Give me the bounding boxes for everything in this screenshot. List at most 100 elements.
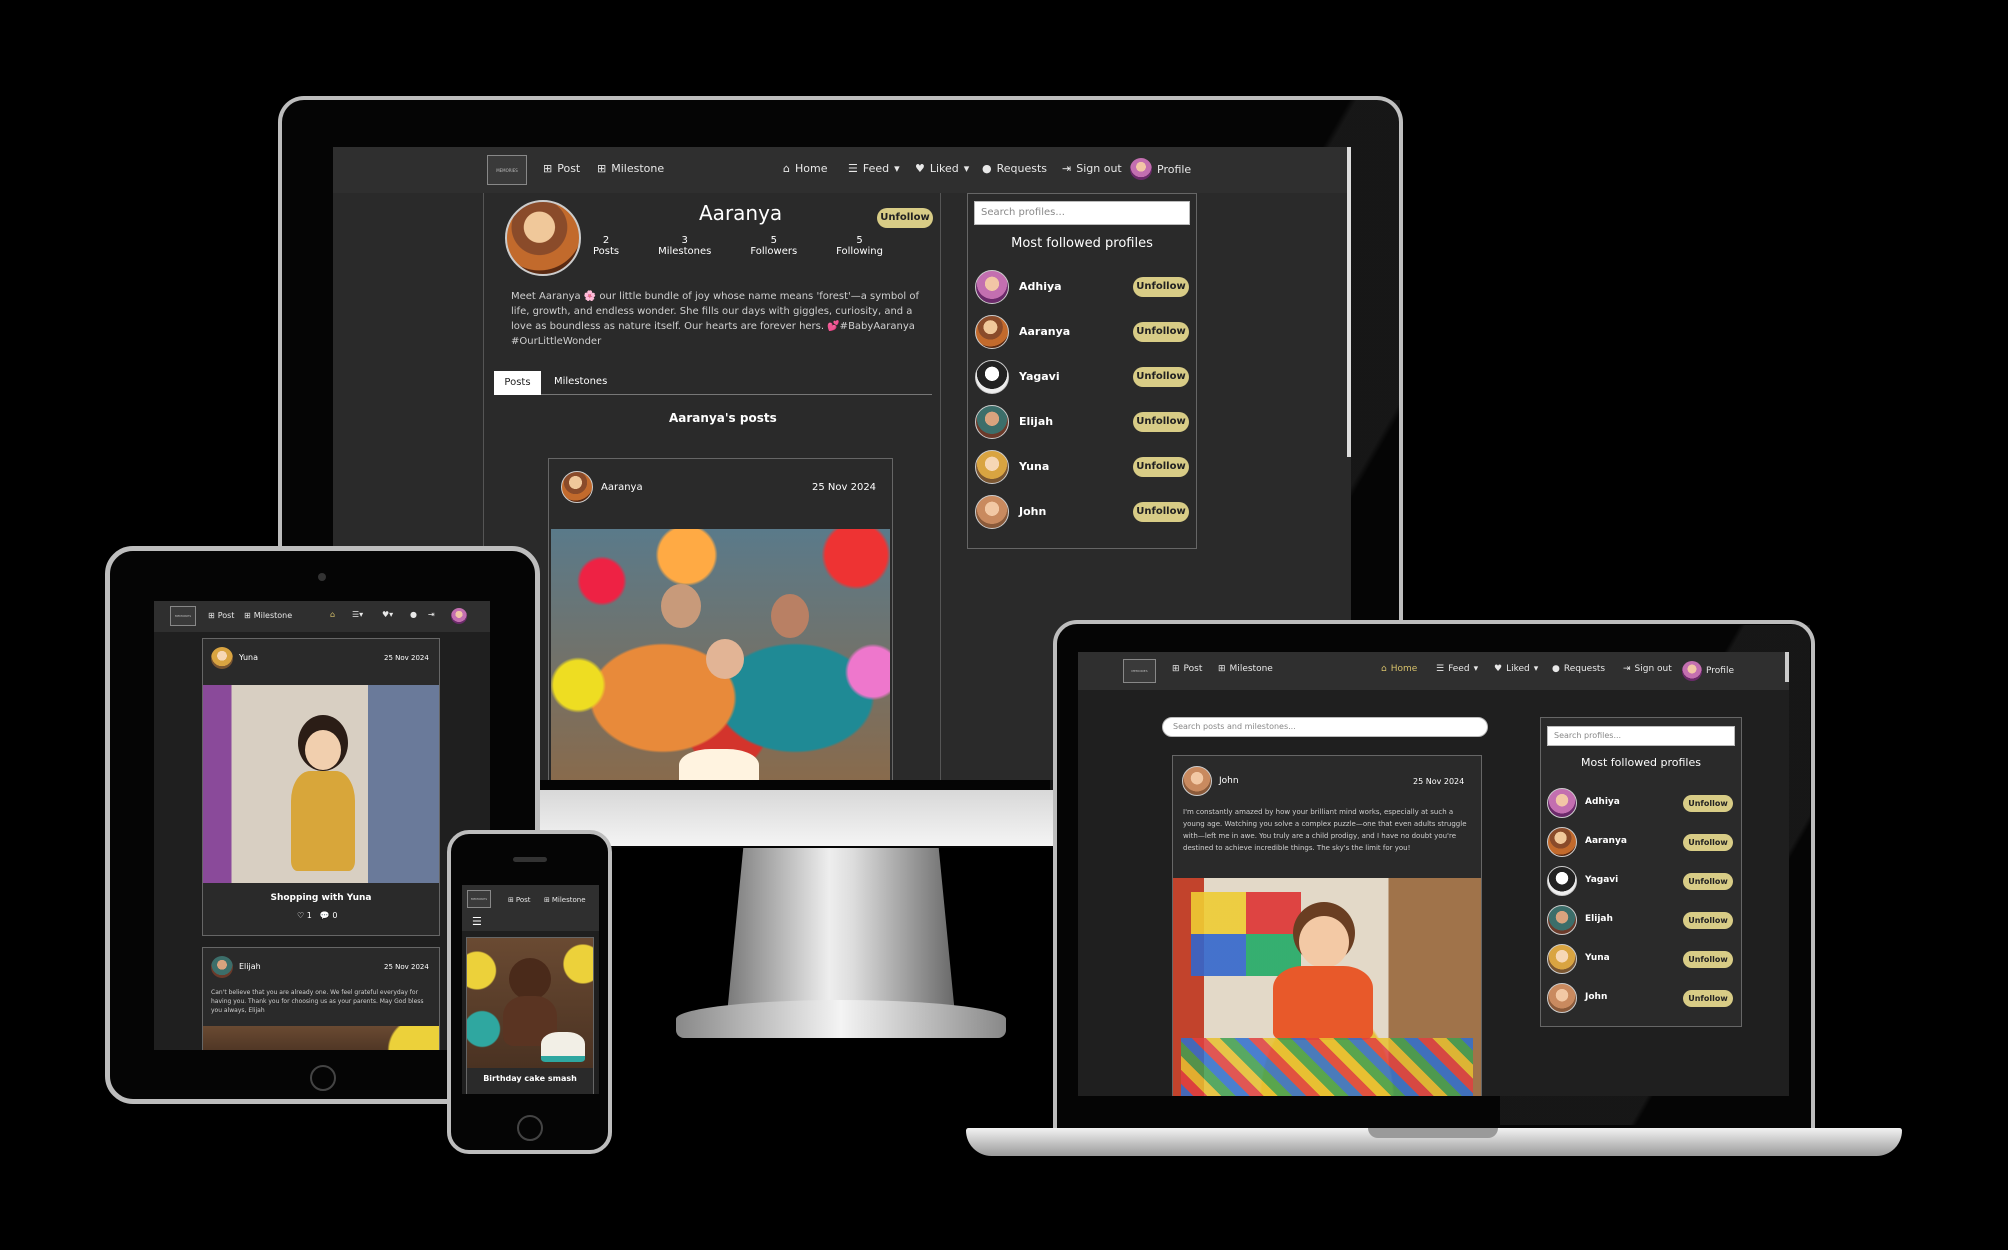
tablet-post-author-yuna[interactable]: Yuna (239, 653, 258, 662)
unfollow-button-elijah[interactable]: Unfollow (1133, 412, 1189, 432)
laptop-search-profiles-input[interactable]: Search profiles... (1547, 726, 1735, 746)
phone-menu-icon[interactable]: ☰ (472, 915, 482, 928)
laptop-profile-row-yagavi[interactable]: Yagavi Unfollow (1547, 866, 1737, 898)
tablet-post-caption-yuna: Shopping with Yuna (270, 893, 372, 903)
laptop-profile-name-yagavi[interactable]: Yagavi (1585, 875, 1618, 885)
tablet-post-image-elijah[interactable] (203, 1026, 439, 1050)
profile-name-adhiya[interactable]: Adhiya (1019, 280, 1062, 293)
nav-post[interactable]: ⊞ Post (543, 162, 580, 175)
phone-nav-post[interactable]: ⊞ Post (508, 896, 531, 904)
laptop-profile-name-yuna[interactable]: Yuna (1585, 953, 1610, 963)
laptop-profile-row-aaranya[interactable]: Aaranya Unfollow (1547, 827, 1737, 859)
tablet-nav-milestone[interactable]: ⊞ Milestone (244, 611, 292, 620)
nav-milestone[interactable]: ⊞ Milestone (597, 162, 664, 175)
laptop-unfollow-button-john[interactable]: Unfollow (1683, 990, 1733, 1007)
laptop-nav-milestone[interactable]: ⊞ Milestone (1218, 664, 1273, 674)
tablet-nav-profile[interactable] (451, 608, 467, 624)
phone-nav-milestone[interactable]: ⊞ Milestone (544, 896, 586, 904)
profile-name-elijah[interactable]: Elijah (1019, 415, 1053, 428)
tablet-post-card-yuna[interactable]: Yuna 25 Nov 2024 Shopping with Yuna ♡ 1 … (202, 638, 440, 936)
unfollow-button-adhiya[interactable]: Unfollow (1133, 277, 1189, 297)
post-image-birthday[interactable] (551, 529, 890, 780)
laptop-nav-home[interactable]: ⌂ Home (1381, 664, 1417, 674)
nav-feed[interactable]: ☰ Feed ▾ (848, 162, 900, 175)
laptop-profile-name-aaranya[interactable]: Aaranya (1585, 836, 1627, 846)
tablet-nav-liked[interactable]: ♥▾ (382, 610, 393, 619)
laptop-nav-liked[interactable]: ♥ Liked ▾ (1494, 664, 1538, 674)
profile-name-aaranya[interactable]: Aaranya (1019, 325, 1070, 338)
avatar-aaranya (975, 315, 1009, 349)
laptop-unfollow-button-adhiya[interactable]: Unfollow (1683, 795, 1733, 812)
phone-home-button[interactable] (517, 1115, 543, 1141)
unfollow-button[interactable]: Unfollow (877, 208, 933, 228)
laptop-profile-name-adhiya[interactable]: Adhiya (1585, 797, 1620, 807)
laptop-post-card-john[interactable]: John 25 Nov 2024 I'm constantly amazed b… (1172, 755, 1482, 1096)
profile-row-yuna[interactable]: Yuna Unfollow (975, 450, 1191, 486)
unfollow-button-yagavi[interactable]: Unfollow (1133, 367, 1189, 387)
laptop-nav-feed[interactable]: ☰ Feed ▾ (1436, 664, 1478, 674)
profile-row-elijah[interactable]: Elijah Unfollow (975, 405, 1191, 441)
laptop-nav-requests[interactable]: ● Requests (1552, 664, 1605, 674)
laptop-unfollow-button-yagavi[interactable]: Unfollow (1683, 873, 1733, 890)
tablet-post-card-elijah[interactable]: Elijah 25 Nov 2024 Can't believe that yo… (202, 947, 440, 1050)
laptop-profile-row-elijah[interactable]: Elijah Unfollow (1547, 905, 1737, 937)
laptop-unfollow-button-elijah[interactable]: Unfollow (1683, 912, 1733, 929)
laptop-profile-row-adhiya[interactable]: Adhiya Unfollow (1547, 788, 1737, 820)
tablet-nav-signout[interactable]: ⇥ (428, 610, 435, 619)
phone-post-card[interactable]: Birthday cake smash (466, 937, 594, 1094)
stat-milestones[interactable]: 3 Milestones (658, 235, 711, 257)
nav-home[interactable]: ⌂ Home (783, 162, 827, 175)
laptop-nav-signout[interactable]: ⇥ Sign out (1623, 664, 1672, 674)
search-profiles-input[interactable]: Search profiles... (974, 201, 1190, 225)
tablet-post-image-yuna[interactable] (203, 685, 439, 883)
like-button[interactable]: ♡ 1 (297, 911, 312, 920)
laptop-nav-post[interactable]: ⊞ Post (1172, 664, 1202, 674)
search-posts-input[interactable]: Search posts and milestones... (1162, 717, 1488, 737)
scrollbar[interactable] (1347, 147, 1351, 457)
laptop-unfollow-button-yuna[interactable]: Unfollow (1683, 951, 1733, 968)
nav-profile[interactable]: Profile (1130, 158, 1191, 180)
profile-row-john[interactable]: John Unfollow (975, 495, 1191, 531)
profile-name-yagavi[interactable]: Yagavi (1019, 370, 1060, 383)
laptop-post-image-puzzle[interactable] (1173, 878, 1481, 1096)
stat-posts[interactable]: 2 Posts (593, 235, 619, 257)
tablet-nav-home[interactable]: ⌂ (330, 610, 335, 619)
post-author[interactable]: Aaranya (601, 482, 643, 493)
laptop-profile-row-john[interactable]: John Unfollow (1547, 983, 1737, 1015)
laptop-scrollbar[interactable] (1785, 652, 1789, 682)
tablet-post-author-elijah[interactable]: Elijah (239, 962, 261, 971)
profile-name-yuna[interactable]: Yuna (1019, 460, 1049, 473)
laptop-logo[interactable]: MEMORIES (1123, 659, 1156, 683)
tablet-nav-post[interactable]: ⊞ Post (208, 611, 234, 620)
unfollow-button-john[interactable]: Unfollow (1133, 502, 1189, 522)
tablet-nav-requests[interactable]: ● (410, 610, 417, 619)
tab-milestones[interactable]: Milestones (554, 376, 607, 387)
phone-logo[interactable]: MEMORIES (467, 890, 491, 908)
laptop-profile-row-yuna[interactable]: Yuna Unfollow (1547, 944, 1737, 976)
tab-posts[interactable]: Posts (494, 371, 541, 395)
stat-followers[interactable]: 5 Followers (750, 235, 797, 257)
phone-speaker (513, 857, 547, 862)
nav-signout[interactable]: ⇥ Sign out (1062, 162, 1122, 175)
phone-post-image-cake[interactable] (467, 938, 593, 1068)
nav-liked[interactable]: ♥ Liked ▾ (915, 162, 969, 175)
laptop-profile-name-john[interactable]: John (1585, 992, 1607, 1002)
tablet-logo[interactable]: MEMORIES (170, 606, 196, 626)
laptop-post-author-john[interactable]: John (1219, 776, 1239, 786)
laptop-profile-name-elijah[interactable]: Elijah (1585, 914, 1613, 924)
unfollow-button-yuna[interactable]: Unfollow (1133, 457, 1189, 477)
laptop-nav-profile[interactable]: Profile (1682, 661, 1734, 681)
profile-name-john[interactable]: John (1019, 505, 1046, 518)
nav-requests[interactable]: ● Requests (982, 162, 1047, 175)
unfollow-button-aaranya[interactable]: Unfollow (1133, 322, 1189, 342)
profile-row-adhiya[interactable]: Adhiya Unfollow (975, 270, 1191, 306)
profile-row-aaranya[interactable]: Aaranya Unfollow (975, 315, 1191, 351)
logo[interactable]: MEMORIES (487, 155, 527, 185)
tablet-nav-feed[interactable]: ☰▾ (352, 610, 363, 619)
profile-row-yagavi[interactable]: Yagavi Unfollow (975, 360, 1191, 396)
stat-following[interactable]: 5 Following (836, 235, 883, 257)
tablet-home-button[interactable] (310, 1065, 336, 1091)
laptop-unfollow-button-aaranya[interactable]: Unfollow (1683, 834, 1733, 851)
post-card[interactable]: Aaranya 25 Nov 2024 (548, 458, 893, 780)
comments-button[interactable]: 💬 0 (320, 911, 338, 920)
